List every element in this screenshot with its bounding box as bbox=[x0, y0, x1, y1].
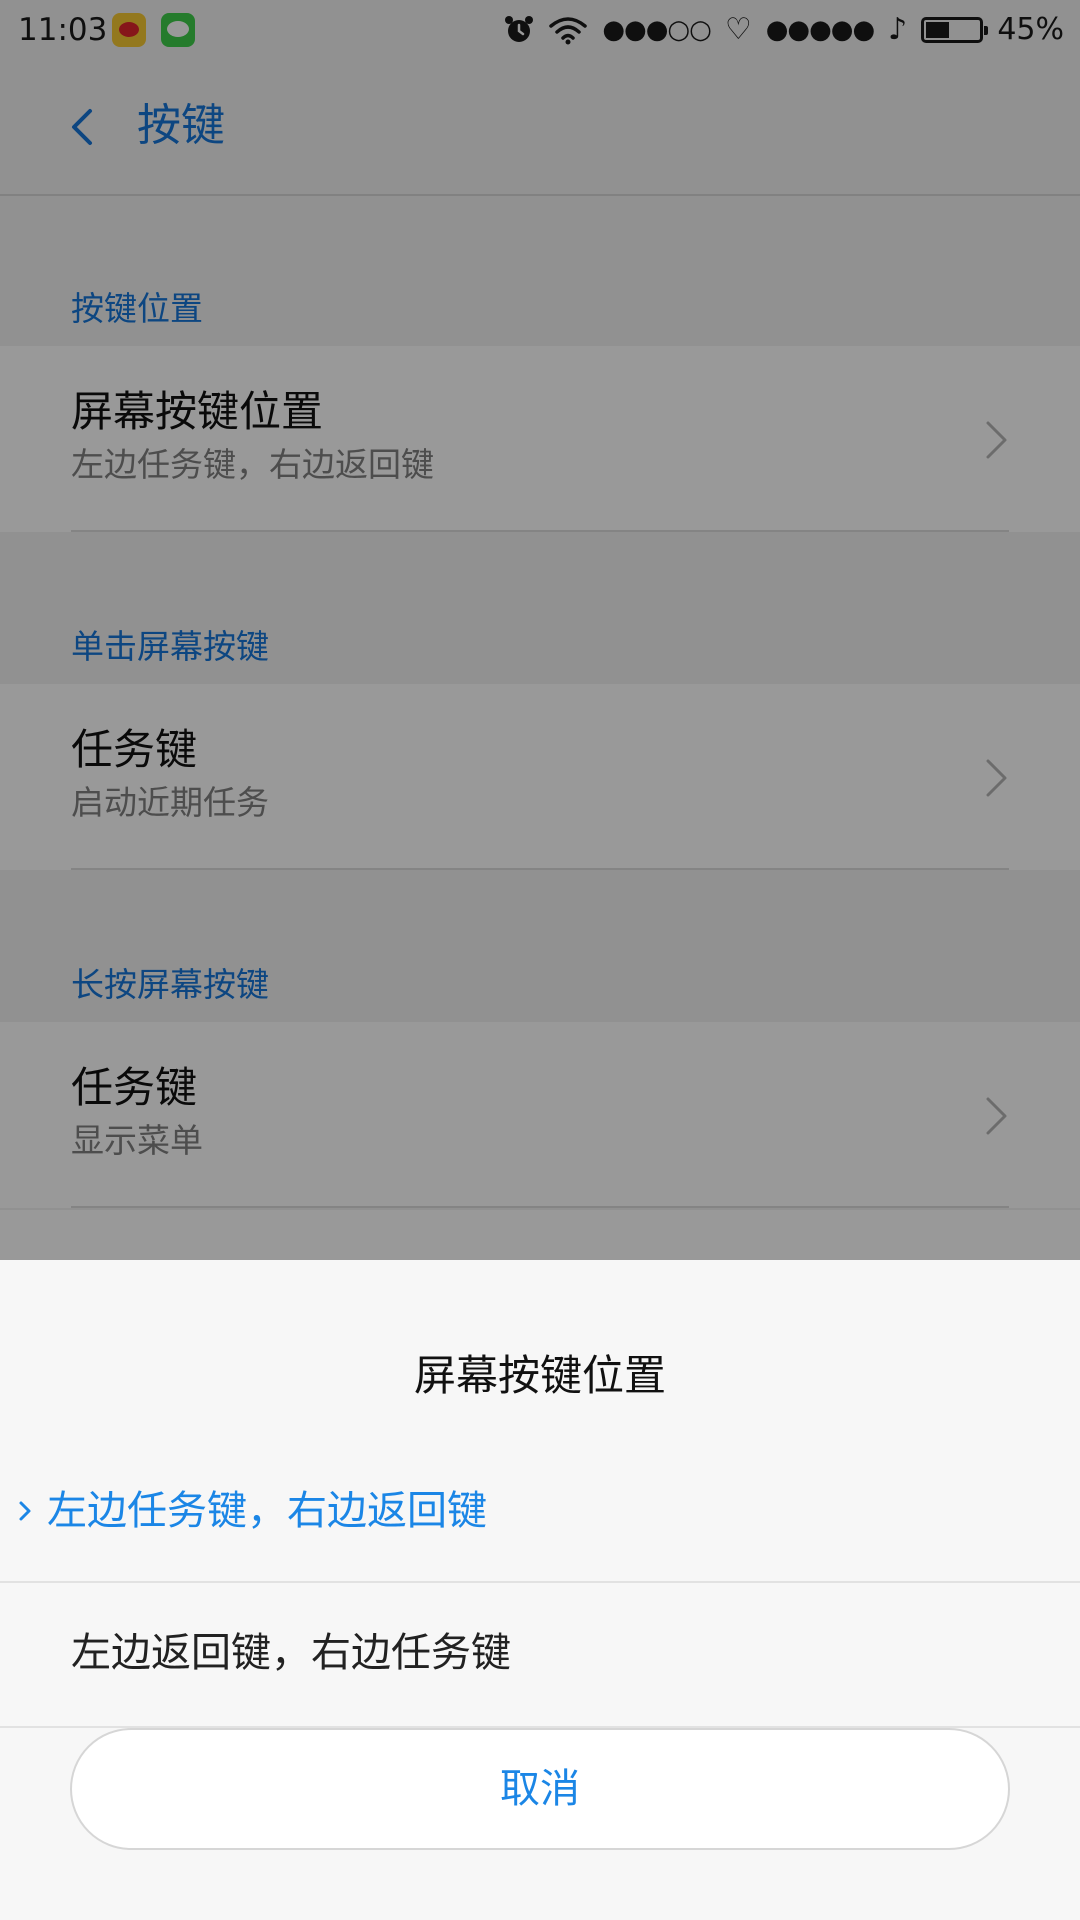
cancel-button[interactable]: 取消 bbox=[70, 1728, 1010, 1850]
dialog-title: 屏幕按键位置 bbox=[413, 1351, 666, 1400]
option-left-back-right-task[interactable]: 左边返回键，右边任务键 bbox=[0, 1581, 1080, 1723]
key-position-dialog: 屏幕按键位置 左边任务键，右边返回键 左边返回键，右边任务键 取消 bbox=[0, 1260, 1080, 1920]
option-left-task-right-back[interactable]: 左边任务键，右边返回键 bbox=[0, 1441, 1080, 1583]
option-label: 左边返回键，右边任务键 bbox=[71, 1630, 511, 1676]
selected-chevron-icon bbox=[19, 1501, 31, 1521]
option-label: 左边任务键，右边返回键 bbox=[47, 1488, 487, 1534]
